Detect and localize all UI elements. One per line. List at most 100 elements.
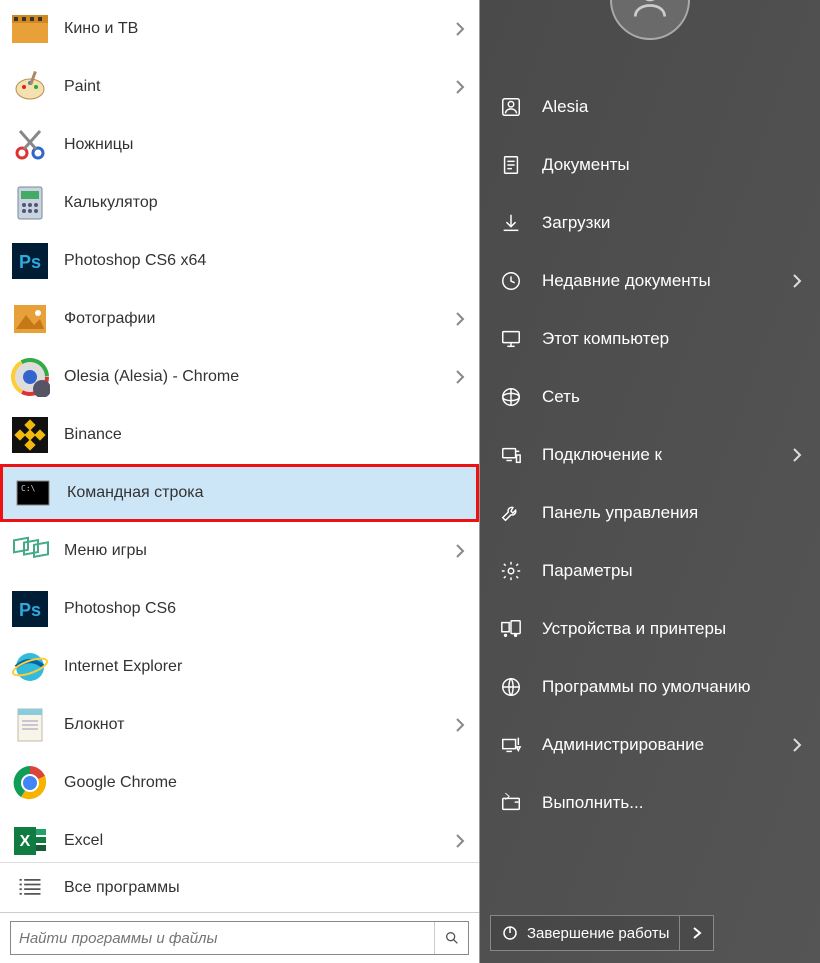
app-item[interactable]: Калькулятор [0, 174, 479, 232]
app-label: Меню игры [64, 542, 455, 560]
user-icon [498, 94, 524, 120]
places-list: Alesia Документы Загрузки Недавние докум… [480, 50, 820, 907]
chevron-right-icon [455, 79, 465, 95]
search-box [10, 921, 469, 955]
place-item[interactable]: Администрирование [480, 716, 820, 774]
place-item[interactable]: Панель управления [480, 484, 820, 542]
place-label: Выполнить... [542, 793, 802, 813]
download-icon [498, 210, 524, 236]
app-label: Excel [64, 832, 455, 850]
calc-icon [8, 181, 52, 225]
app-item[interactable]: X Excel [0, 812, 479, 862]
search-row [0, 912, 479, 963]
place-label: Программы по умолчанию [542, 677, 802, 697]
place-item[interactable]: Этот компьютер [480, 310, 820, 368]
binance-icon [8, 413, 52, 457]
app-item[interactable]: Кино и ТВ [0, 0, 479, 58]
chrome_user-icon [8, 355, 52, 399]
scissors-icon [8, 123, 52, 167]
place-item[interactable]: Программы по умолчанию [480, 658, 820, 716]
app-item[interactable]: Olesia (Alesia) - Chrome [0, 348, 479, 406]
place-item[interactable]: Сеть [480, 368, 820, 426]
chevron-right-icon [455, 311, 465, 327]
place-label: Недавние документы [542, 271, 792, 291]
place-label: Alesia [542, 97, 802, 117]
shutdown-row: Завершение работы [480, 907, 820, 963]
avatar-row [480, 0, 820, 50]
chevron-right-icon [792, 273, 802, 289]
photos-icon [8, 297, 52, 341]
shutdown-options-button[interactable] [680, 915, 714, 951]
place-label: Документы [542, 155, 802, 175]
place-label: Параметры [542, 561, 802, 581]
all-programs-label: Все программы [64, 879, 465, 897]
gamebar-icon [8, 529, 52, 573]
shutdown-button[interactable]: Завершение работы [490, 915, 680, 951]
app-item[interactable]: Ножницы [0, 116, 479, 174]
app-item[interactable]: Меню игры [0, 522, 479, 580]
app-label: Olesia (Alesia) - Chrome [64, 368, 455, 386]
wrench-icon [498, 500, 524, 526]
app-item[interactable]: Блокнот [0, 696, 479, 754]
search-button[interactable] [434, 922, 468, 954]
app-label: Кино и ТВ [64, 20, 455, 38]
user-avatar[interactable] [610, 0, 690, 40]
list-icon [8, 866, 52, 910]
ie-icon [8, 645, 52, 689]
devices-icon [498, 616, 524, 642]
chevron-right-icon [455, 543, 465, 559]
place-item[interactable]: Подключение к [480, 426, 820, 484]
pc-icon [498, 326, 524, 352]
gear-icon [498, 558, 524, 584]
app-label: Paint [64, 78, 455, 96]
paint-icon [8, 65, 52, 109]
place-item[interactable]: Alesia [480, 78, 820, 136]
app-item[interactable]: Binance [0, 406, 479, 464]
excel-icon: X [8, 819, 52, 862]
place-item[interactable]: Параметры [480, 542, 820, 600]
app-label: Google Chrome [64, 774, 465, 792]
app-item[interactable]: Google Chrome [0, 754, 479, 812]
place-item[interactable]: Выполнить... [480, 774, 820, 832]
chevron-right-icon [455, 717, 465, 733]
recent-apps-list: Кино и ТВ Paint Ножницы Калькулятор Ps P… [0, 0, 479, 862]
app-item[interactable]: Paint [0, 58, 479, 116]
place-label: Подключение к [542, 445, 792, 465]
app-item[interactable]: Ps Photoshop CS6 [0, 580, 479, 638]
place-label: Панель управления [542, 503, 802, 523]
app-item[interactable]: C:\ Командная строка [0, 464, 479, 522]
place-item[interactable]: Устройства и принтеры [480, 600, 820, 658]
start-menu-right: Alesia Документы Загрузки Недавние докум… [480, 0, 820, 963]
place-item[interactable]: Документы [480, 136, 820, 194]
cmd-icon: C:\ [11, 471, 55, 515]
app-label: Командная строка [67, 484, 462, 502]
app-item[interactable]: Internet Explorer [0, 638, 479, 696]
recent-icon [498, 268, 524, 294]
chevron-right-icon [455, 833, 465, 849]
shutdown-label: Завершение работы [527, 925, 669, 942]
app-label: Калькулятор [64, 194, 465, 212]
ps-icon: Ps [8, 239, 52, 283]
svg-text:X: X [20, 833, 31, 850]
chevron-right-icon [792, 737, 802, 753]
place-item[interactable]: Недавние документы [480, 252, 820, 310]
start-menu-left: Кино и ТВ Paint Ножницы Калькулятор Ps P… [0, 0, 480, 963]
place-label: Устройства и принтеры [542, 619, 802, 639]
app-label: Фотографии [64, 310, 455, 328]
ps-icon: Ps [8, 587, 52, 631]
search-input[interactable] [11, 930, 434, 947]
place-item[interactable]: Загрузки [480, 194, 820, 252]
app-item[interactable]: Ps Photoshop CS6 x64 [0, 232, 479, 290]
run-icon [498, 790, 524, 816]
place-label: Этот компьютер [542, 329, 802, 349]
chrome-icon [8, 761, 52, 805]
doc-icon [498, 152, 524, 178]
chevron-right-icon [455, 369, 465, 385]
app-item[interactable]: Фотографии [0, 290, 479, 348]
app-label: Блокнот [64, 716, 455, 734]
place-label: Администрирование [542, 735, 792, 755]
app-label: Photoshop CS6 x64 [64, 252, 465, 270]
notepad-icon [8, 703, 52, 747]
all-programs[interactable]: Все программы [0, 862, 479, 912]
place-label: Сеть [542, 387, 802, 407]
